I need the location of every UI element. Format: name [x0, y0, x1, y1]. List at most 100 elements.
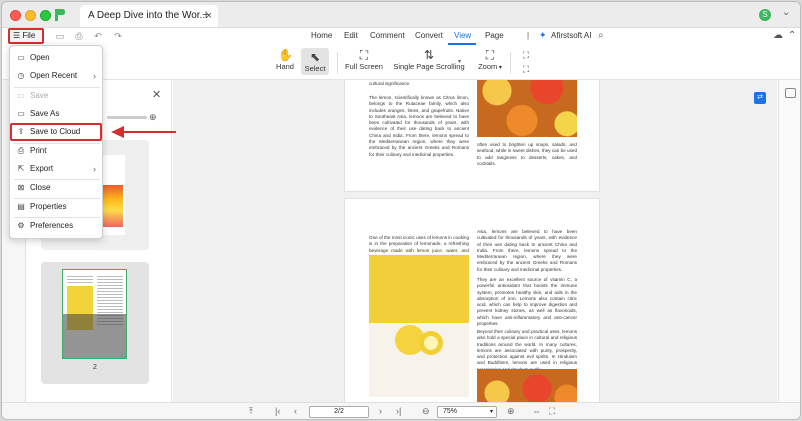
page-text: The lemon, scientifically known as Citru…	[369, 95, 469, 157]
tab-view[interactable]: View	[454, 31, 471, 40]
document-tab-title: A Deep Dive into the Wor...	[88, 10, 208, 21]
menu-item-save: ▭ Save	[12, 88, 102, 104]
document-viewer[interactable]: cultural significance. The lemon, scient…	[173, 80, 777, 402]
menu-item-label: Open Recent	[30, 71, 78, 80]
view-toolbar: ✋ Hand ⬉ Select ⛶ Full Screen ⇅ Single P…	[2, 46, 800, 80]
print-icon: ⎙	[17, 146, 25, 155]
toolbar-divider	[337, 52, 338, 74]
hand-tool-button[interactable]: ✋ Hand	[275, 48, 295, 71]
select-tool-button[interactable]: ⬉ Select	[301, 48, 329, 75]
menu-item-label: Properties	[30, 202, 67, 211]
zoom-button[interactable]: ⛶ Zoom ▾	[476, 48, 504, 71]
document-tab[interactable]: A Deep Dive into the Wor... ×	[80, 5, 218, 27]
zoom-label: Zoom	[478, 62, 498, 71]
toolbar-divider	[510, 52, 511, 74]
cloud-icon[interactable]: ☁	[773, 30, 783, 41]
thumbnail-size-slider[interactable]	[107, 116, 147, 119]
ai-assistant-link[interactable]: Afirstsoft AI	[551, 31, 591, 40]
chevron-right-icon: ›	[93, 164, 96, 174]
preferences-icon: ⚙	[17, 221, 25, 230]
new-tab-button[interactable]: +	[202, 6, 210, 22]
search-icon[interactable]: ⌕	[598, 30, 604, 41]
close-icon[interactable]: ✕	[152, 88, 161, 101]
citrus-image	[477, 80, 577, 137]
ai-sparkle-icon: ✦	[539, 30, 547, 40]
zoom-out-icon[interactable]: ⊖	[422, 406, 430, 417]
page-thumbnail-2[interactable]: 2	[41, 262, 149, 384]
redo-icon[interactable]: ↷	[112, 31, 124, 42]
menu-item-label: Preferences	[30, 221, 74, 230]
thumbnail-viewport-shade	[63, 314, 126, 358]
close-doc-icon: ⊠	[17, 183, 25, 192]
citrus-image	[477, 369, 577, 402]
translate-icon[interactable]: ⇄	[754, 92, 766, 104]
menu-item-label: Save	[30, 91, 49, 100]
maximize-window-button[interactable]	[40, 10, 51, 21]
menu-item-open[interactable]: ▭ Open	[12, 50, 102, 66]
cursor-icon: ⬉	[309, 50, 321, 64]
menu-item-open-recent[interactable]: ◷ Open Recent ›	[12, 68, 102, 84]
save-icon[interactable]: ▭	[54, 31, 66, 42]
file-menu-button[interactable]: ☰ File	[8, 28, 44, 44]
page-text: They are an excellent source of vitamin …	[477, 277, 577, 327]
single-page-scrolling-button[interactable]: ⇅ Single Page Scrolling	[392, 48, 466, 71]
chevron-right-icon: ›	[93, 71, 96, 81]
zoom-in-icon[interactable]: ⊕	[149, 112, 157, 123]
fit-page-icon[interactable]: ⛶	[549, 406, 555, 417]
menu-item-preferences[interactable]: ⚙ Preferences	[12, 218, 102, 234]
first-page-arrow-icon[interactable]: ⤒	[249, 406, 253, 417]
annotation-arrow-icon	[111, 126, 176, 138]
menu-item-save-as[interactable]: ▭ Save As	[12, 106, 102, 122]
minimize-window-button[interactable]	[25, 10, 36, 21]
zoom-icon: ⛶	[485, 48, 495, 62]
tab-home[interactable]: Home	[311, 31, 332, 40]
menu-item-label: Close	[30, 183, 51, 192]
menu-item-label: Save As	[30, 109, 60, 118]
full-screen-icon: ⛶	[359, 48, 369, 62]
print-icon[interactable]: ⎙	[73, 31, 85, 42]
tab-comment[interactable]: Comment	[370, 31, 405, 40]
last-page-icon[interactable]: ›|	[396, 406, 401, 416]
save-as-icon: ▭	[17, 109, 25, 118]
chevron-down-icon[interactable]: ⌄	[782, 7, 790, 18]
active-tab-indicator	[448, 43, 476, 45]
previous-page-icon[interactable]: ‹	[294, 406, 297, 416]
page-text: Asia, lemons are believed to have been c…	[477, 229, 577, 272]
menu-item-label: Save to Cloud	[30, 127, 81, 136]
first-page-icon[interactable]: |‹	[275, 406, 280, 416]
menu-item-properties[interactable]: ▤ Properties	[12, 199, 102, 215]
save-icon: ▭	[17, 91, 25, 100]
properties-panel-icon[interactable]	[785, 88, 796, 98]
menu-item-label: Print	[30, 146, 47, 155]
zoom-level-select[interactable]: 75% ▾	[437, 406, 497, 418]
fit-width-button[interactable]: ⛶ ⛶	[518, 48, 534, 76]
page-number-input[interactable]: 2/2	[309, 406, 369, 418]
thumbnail-image	[101, 185, 123, 227]
zoom-level-value: 75%	[443, 408, 458, 415]
full-screen-button[interactable]: ⛶ Full Screen	[344, 48, 384, 71]
scroll-mode-caret-icon[interactable]: ▾	[458, 58, 461, 65]
avatar[interactable]: S	[759, 9, 771, 21]
fit-width-icon[interactable]: ⇔	[532, 406, 541, 416]
collapse-icon[interactable]: ⌃	[788, 30, 796, 41]
fit-width-icon: ⛶	[522, 50, 530, 60]
menu-item-save-to-cloud[interactable]: ⇪ Save to Cloud	[10, 123, 102, 141]
menu-item-close[interactable]: ⊠ Close	[12, 180, 102, 196]
tab-edit[interactable]: Edit	[344, 31, 358, 40]
menu-item-label: Export	[30, 164, 54, 173]
app-window: A Deep Dive into the Wor... × + S ⌄ ☰ Fi…	[1, 1, 801, 420]
next-page-icon[interactable]: ›	[379, 406, 382, 416]
menu-item-print[interactable]: ⎙ Print	[12, 143, 102, 159]
single-page-scrolling-label: Single Page Scrolling	[393, 62, 465, 71]
chevron-down-icon: ▾	[489, 409, 493, 415]
tab-convert[interactable]: Convert	[415, 31, 443, 40]
right-sidebar-strip	[778, 80, 800, 402]
undo-icon[interactable]: ↶	[92, 31, 104, 42]
tab-page[interactable]: Page	[485, 31, 504, 40]
close-window-button[interactable]	[10, 10, 21, 21]
title-bar: A Deep Dive into the Wor... × + S ⌄	[2, 2, 800, 28]
zoom-in-icon[interactable]: ⊕	[507, 406, 515, 417]
menu-item-export[interactable]: ⇱ Export ›	[12, 161, 102, 177]
thumbnail-page-number: 2	[93, 364, 97, 371]
thumbnail-text	[67, 276, 93, 284]
